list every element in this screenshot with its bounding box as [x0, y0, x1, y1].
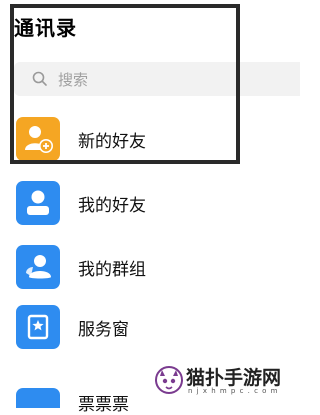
watermark-logo-icon — [154, 364, 184, 400]
person-icon — [16, 181, 60, 225]
contact-item-my-friends[interactable]: 我的好友 — [0, 176, 300, 230]
watermark: 猫扑手游网 n j x h m p c . c o m — [150, 360, 300, 400]
watermark-url: n j x h m p c . c o m — [188, 387, 279, 395]
watermark-text: 猫扑手游网 — [186, 367, 282, 389]
page-title: 通讯录 — [14, 16, 77, 40]
add-contact-icon — [16, 117, 60, 161]
contact-item-partial-icon[interactable] — [16, 388, 60, 408]
service-window-icon — [16, 305, 60, 349]
contact-item-label: 新的好友 — [78, 132, 146, 152]
contact-item-service-window[interactable]: 服务窗 — [0, 300, 300, 354]
contact-item-label: 我的群组 — [78, 260, 146, 280]
contact-item-label: 服务窗 — [78, 320, 129, 340]
contact-item-label: 我的好友 — [78, 196, 146, 216]
contact-item-partial-label[interactable]: 票票票 — [78, 390, 129, 415]
search-icon — [32, 71, 48, 91]
search-input[interactable] — [56, 69, 290, 91]
contact-item-my-groups[interactable]: 我的群组 — [0, 240, 300, 294]
group-icon — [16, 245, 60, 289]
contact-item-new-friends[interactable]: 新的好友 — [0, 112, 300, 166]
search-bar[interactable] — [14, 62, 300, 96]
